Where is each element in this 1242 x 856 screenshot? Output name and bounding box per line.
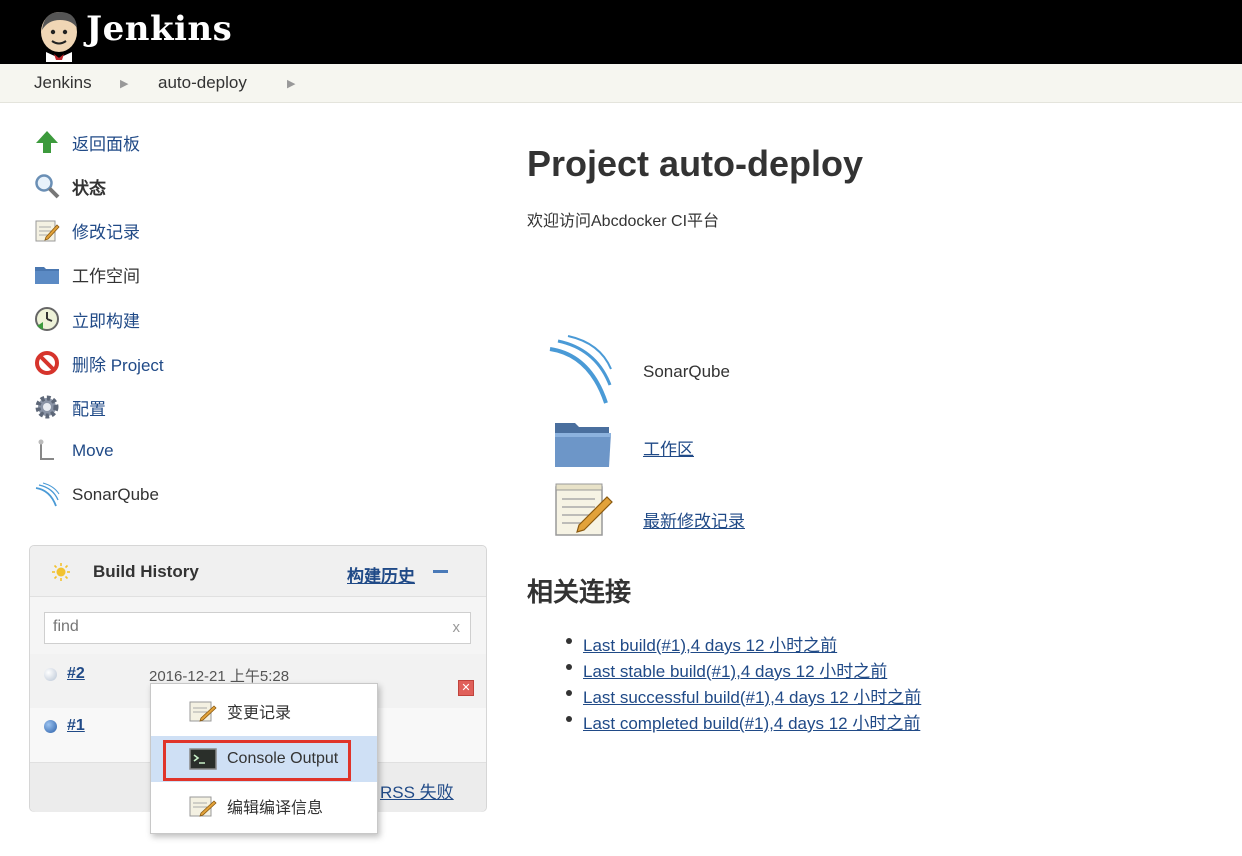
bullet-icon <box>566 716 572 722</box>
breadcrumb: Jenkins ▶ auto-deploy ▶ <box>0 64 1242 103</box>
delete-build-icon[interactable]: ✕ <box>458 680 474 696</box>
status-ball-icon <box>44 668 57 681</box>
build-search-box: x <box>44 612 471 644</box>
jenkins-logo-icon[interactable] <box>34 8 84 62</box>
build-trend-link[interactable]: 构建历史 <box>347 562 415 587</box>
menu-item-label: 编辑编译信息 <box>227 800 324 817</box>
folder-icon[interactable] <box>553 417 613 469</box>
task-label: SonarQube <box>72 485 159 504</box>
clear-search-button[interactable]: x <box>453 619 461 636</box>
task-label: 删除 Project <box>72 355 164 375</box>
sonarqube-icon <box>549 335 612 404</box>
highlight-box <box>163 740 351 781</box>
gear-icon <box>35 395 59 419</box>
build-number-link[interactable]: #1 <box>67 717 85 735</box>
breadcrumb-jenkins[interactable]: Jenkins <box>34 73 92 93</box>
task-label: Move <box>72 441 114 460</box>
related-links-heading: 相关连接 <box>527 577 632 607</box>
build-history-header: Build History 构建历史 <box>30 546 486 597</box>
last-successful-build-link[interactable]: Last successful build(#1),4 days 12 小时之前 <box>583 683 921 708</box>
task-changes[interactable]: 修改记录 <box>34 215 140 245</box>
task-sonarqube[interactable]: SonarQube <box>34 480 159 510</box>
up-arrow-icon <box>36 131 58 153</box>
build-context-menu: 变更记录 Console Output 编辑编译信息 <box>150 683 378 834</box>
task-label: 修改记录 <box>72 222 140 242</box>
header-bar: Jenkins <box>0 0 1242 64</box>
build-clock-icon <box>35 307 59 331</box>
task-back-to-dashboard[interactable]: 返回面板 <box>34 127 140 157</box>
task-label: 工作空间 <box>72 266 140 286</box>
move-icon <box>38 439 54 460</box>
build-search-input[interactable] <box>45 613 448 641</box>
no-entry-icon <box>35 351 59 375</box>
page-title: Project auto-deploy <box>527 143 864 184</box>
notepad-icon <box>35 220 60 242</box>
breadcrumb-separator-icon[interactable]: ▶ <box>287 77 295 90</box>
breadcrumb-auto-deploy[interactable]: auto-deploy <box>158 73 247 93</box>
jenkins-title[interactable]: Jenkins <box>86 9 232 49</box>
search-icon <box>35 174 60 199</box>
task-status[interactable]: 状态 <box>34 171 106 201</box>
task-label: 配置 <box>72 399 106 419</box>
bullet-icon <box>566 664 572 670</box>
build-history-title: Build History <box>93 562 199 581</box>
menu-item-console-output[interactable]: Console Output <box>151 736 377 782</box>
task-label: 返回面板 <box>72 134 140 154</box>
notepad-icon <box>189 701 217 722</box>
last-completed-build-link[interactable]: Last completed build(#1),4 days 12 小时之前 <box>583 709 920 734</box>
recent-changes-link[interactable]: 最新修改记录 <box>643 507 745 532</box>
menu-item-label: 变更记录 <box>227 705 292 722</box>
status-ball-icon <box>44 720 57 733</box>
sonarqube-icon <box>35 482 60 507</box>
last-build-link[interactable]: Last build(#1),4 days 12 小时之前 <box>583 631 837 656</box>
task-workspace[interactable]: 工作空间 <box>34 259 140 289</box>
collapse-icon[interactable] <box>433 570 448 573</box>
folder-icon <box>35 267 59 284</box>
bullet-icon <box>566 690 572 696</box>
task-configure[interactable]: 配置 <box>34 392 106 422</box>
notepad-icon <box>189 796 217 817</box>
task-label: 状态 <box>72 178 106 198</box>
task-build-now[interactable]: 立即构建 <box>34 304 140 334</box>
project-description: 欢迎访问Abcdocker CI平台 <box>527 213 720 230</box>
workspace-link[interactable]: 工作区 <box>643 435 694 460</box>
task-move[interactable]: Move <box>34 436 114 466</box>
rss-failed-link[interactable]: RSS 失败 <box>380 778 454 803</box>
notepad-icon[interactable] <box>553 481 615 539</box>
task-label: 立即构建 <box>72 311 140 331</box>
last-stable-build-link[interactable]: Last stable build(#1),4 days 12 小时之前 <box>583 657 887 682</box>
task-delete-project[interactable]: 删除 Project <box>34 348 164 378</box>
menu-item-edit-build-info[interactable]: 编辑编译信息 <box>151 783 377 829</box>
menu-item-changes[interactable]: 变更记录 <box>151 688 377 734</box>
sun-icon <box>52 563 70 581</box>
breadcrumb-separator-icon[interactable]: ▶ <box>120 77 128 90</box>
bullet-icon <box>566 638 572 644</box>
sonarqube-label: SonarQube <box>643 362 730 381</box>
build-number-link[interactable]: #2 <box>67 665 85 683</box>
